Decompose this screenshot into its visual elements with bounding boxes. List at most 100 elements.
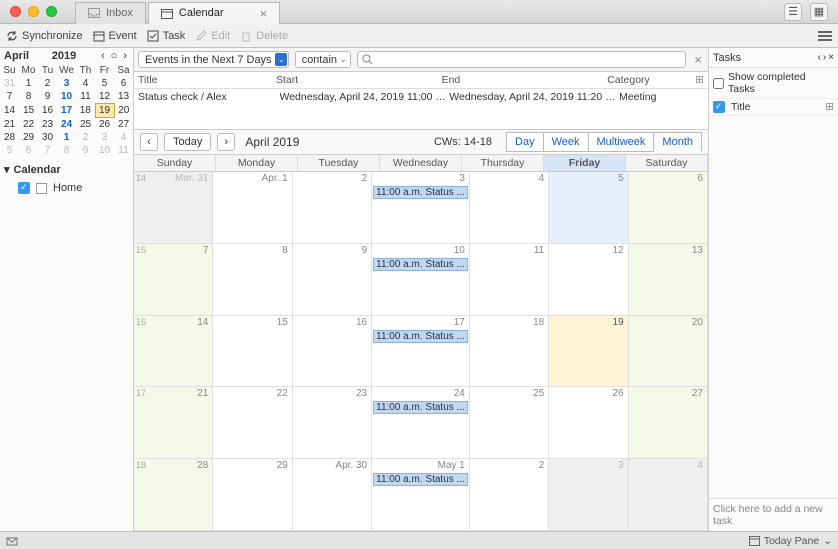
minical-day[interactable]: 10 [95, 144, 114, 157]
minical-day[interactable]: 4 [114, 131, 133, 144]
notifications-icon[interactable]: ☰ [784, 3, 802, 21]
day-cell[interactable]: 20 [629, 316, 708, 388]
day-cell[interactable]: 7 [134, 244, 213, 316]
day-cell[interactable]: 4 [470, 172, 549, 244]
col-category[interactable]: Category [607, 74, 690, 86]
menu-icon[interactable] [818, 31, 832, 41]
new-task-button[interactable]: Task [147, 30, 186, 42]
col-start[interactable]: Start [276, 74, 442, 86]
minical-today-dot[interactable]: ○ [109, 50, 120, 62]
day-cell[interactable]: 23 [293, 387, 372, 459]
day-cell[interactable]: 3 [549, 459, 628, 531]
view-month[interactable]: Month [654, 132, 702, 152]
day-cell[interactable]: 1711:00 a.m. Status ... [372, 316, 470, 388]
status-left-icon[interactable] [6, 535, 18, 547]
day-cell[interactable]: 15 [213, 316, 292, 388]
tasks-col-options-icon[interactable]: ⊞ [825, 101, 834, 113]
day-cell[interactable]: 18 [470, 316, 549, 388]
day-cell[interactable]: Apr. 1 [213, 172, 292, 244]
day-cell[interactable]: 2411:00 a.m. Status ... [372, 387, 470, 459]
mini-calendar[interactable]: SuMoTuWeThFrSa 3112345678910111213141516… [0, 64, 133, 157]
calendar-checkbox[interactable] [18, 182, 30, 194]
minical-day[interactable]: 17 [57, 104, 76, 118]
day-cell[interactable]: Mar. 31 [134, 172, 213, 244]
day-cell[interactable]: 4 [629, 459, 708, 531]
column-options-icon[interactable]: ⊞ [690, 74, 704, 86]
calendar-event[interactable]: 11:00 a.m. Status ... [373, 258, 468, 271]
minical-day[interactable]: 20 [114, 104, 133, 118]
tasks-col-title[interactable]: Title [731, 101, 750, 113]
tasks-next[interactable]: › [823, 52, 826, 63]
synchronize-button[interactable]: Synchronize [6, 30, 83, 42]
clear-filter-icon[interactable]: × [692, 52, 704, 67]
minical-day[interactable]: 16 [38, 104, 57, 118]
minical-day[interactable]: 13 [114, 90, 133, 104]
add-task-prompt[interactable]: Click here to add a new task [709, 498, 838, 531]
minical-day[interactable]: 1 [19, 77, 38, 90]
day-cell[interactable]: 2 [470, 459, 549, 531]
day-cell[interactable]: 14 [134, 316, 213, 388]
next-month-button[interactable]: › [217, 133, 235, 151]
calendar-event[interactable]: 11:00 a.m. Status ... [373, 186, 468, 199]
panel-icon[interactable]: ▦ [810, 3, 828, 21]
day-cell[interactable]: 28 [134, 459, 213, 531]
filter-match[interactable]: contain ⌄ [295, 51, 351, 68]
day-cell[interactable]: 9 [293, 244, 372, 316]
day-cell[interactable]: 21 [134, 387, 213, 459]
day-cell[interactable]: 12 [549, 244, 628, 316]
edit-button[interactable]: Edit [195, 30, 230, 42]
minical-day[interactable]: 19 [95, 104, 114, 118]
minical-day[interactable]: 10 [57, 90, 76, 104]
view-week[interactable]: Week [544, 132, 589, 152]
calendar-list-heading[interactable]: ▾ Calendar [4, 163, 129, 176]
minical-day[interactable]: 30 [38, 131, 57, 144]
today-button[interactable]: Today [164, 133, 211, 151]
day-cell[interactable]: 26 [549, 387, 628, 459]
event-list-row[interactable]: Status check / AlexWednesday, April 24, … [134, 89, 708, 105]
minical-day[interactable]: 9 [76, 144, 95, 157]
minical-day[interactable]: 29 [19, 131, 38, 144]
minical-day[interactable]: 22 [19, 118, 38, 132]
minical-day[interactable]: 21 [0, 118, 19, 132]
today-pane-toggle[interactable]: Today Pane ⌄ [749, 535, 832, 547]
day-cell[interactable]: 25 [470, 387, 549, 459]
day-cell[interactable]: 1011:00 a.m. Status ... [372, 244, 470, 316]
minical-next[interactable]: › [121, 50, 129, 62]
day-cell[interactable]: 13 [629, 244, 708, 316]
minical-day[interactable]: 8 [57, 144, 76, 157]
minical-day[interactable]: 8 [19, 90, 38, 104]
minical-day[interactable]: 15 [19, 104, 38, 118]
day-cell[interactable]: 2 [293, 172, 372, 244]
minical-day[interactable]: 11 [114, 144, 133, 157]
day-cell[interactable]: 16 [293, 316, 372, 388]
minical-day[interactable]: 26 [95, 118, 114, 132]
minical-day[interactable]: 25 [76, 118, 95, 132]
minical-day[interactable]: 2 [76, 131, 95, 144]
minical-day[interactable]: 14 [0, 104, 19, 118]
prev-month-button[interactable]: ‹ [140, 133, 158, 151]
minical-day[interactable]: 3 [57, 77, 76, 90]
calendar-event[interactable]: 11:00 a.m. Status ... [373, 401, 468, 414]
minimize-window[interactable] [28, 6, 39, 17]
minical-day[interactable]: 6 [114, 77, 133, 90]
minical-day[interactable]: 18 [76, 104, 95, 118]
minical-day[interactable]: 28 [0, 131, 19, 144]
calendar-event[interactable]: 11:00 a.m. Status ... [373, 330, 468, 343]
close-tab-icon[interactable]: × [260, 6, 268, 21]
search-input[interactable] [377, 54, 682, 66]
delete-button[interactable]: Delete [240, 30, 288, 42]
task-filter-checkbox[interactable] [713, 101, 725, 113]
day-cell[interactable]: 11 [470, 244, 549, 316]
filter-range[interactable]: Events in the Next 7 Days ⌄ [138, 51, 289, 68]
tasks-close-icon[interactable]: × [828, 52, 834, 63]
maximize-window[interactable] [46, 6, 57, 17]
minical-day[interactable]: 3 [95, 131, 114, 144]
tab-inbox[interactable]: Inbox [75, 2, 146, 24]
day-cell[interactable]: 8 [213, 244, 292, 316]
sidebar-item[interactable]: Home [4, 180, 129, 196]
day-cell[interactable]: Apr. 30 [293, 459, 372, 531]
close-window[interactable] [10, 6, 21, 17]
search-box[interactable] [357, 51, 687, 68]
minical-day[interactable]: 23 [38, 118, 57, 132]
minical-day[interactable]: 5 [0, 144, 19, 157]
